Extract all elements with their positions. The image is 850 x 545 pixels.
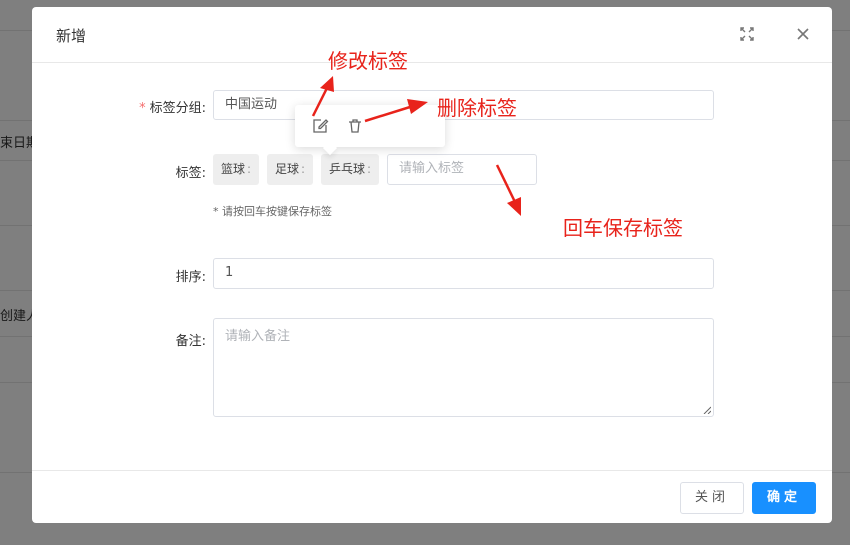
annotation-delete-tag: 删除标签 — [437, 96, 517, 120]
annotation-edit-tag: 修改标签 — [328, 49, 408, 73]
arrow-to-edit-icon — [311, 76, 334, 117]
arrow-to-delete-icon — [364, 99, 428, 123]
annotation-arrows — [311, 76, 521, 216]
arrow-to-tag-input — [495, 164, 521, 216]
annotation-enter-save: 回车保存标签 — [563, 216, 683, 240]
